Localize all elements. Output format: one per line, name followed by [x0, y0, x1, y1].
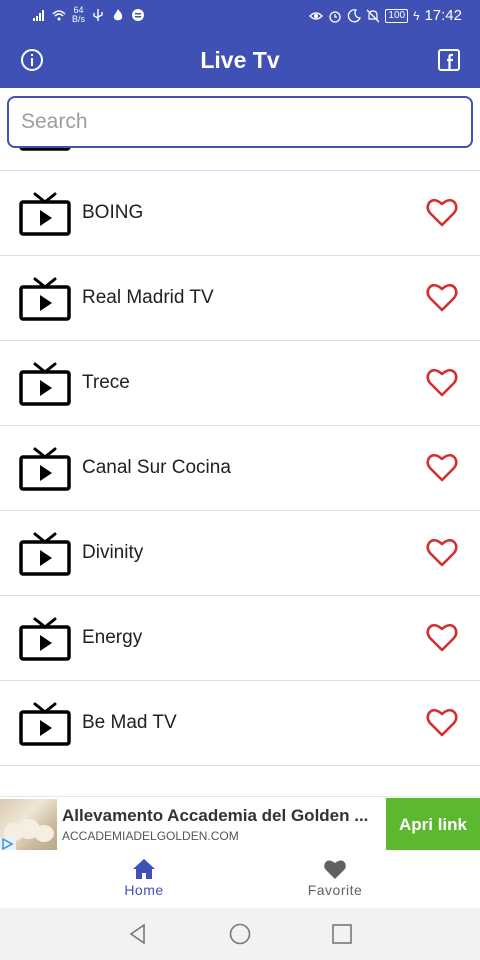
- page-title: Live Tv: [200, 47, 280, 73]
- search-input[interactable]: [7, 96, 473, 148]
- adchoices-icon[interactable]: [0, 837, 16, 851]
- moon-icon: [348, 8, 362, 22]
- channel-list[interactable]: La Super TVBOINGReal Madrid TVTreceCanal…: [0, 108, 480, 796]
- channel-row[interactable]: Trece: [0, 341, 480, 426]
- nav-favorite-label: Favorite: [307, 882, 363, 898]
- home-icon: [133, 859, 155, 879]
- heart-outline-icon[interactable]: [425, 196, 459, 228]
- tv-play-icon: [19, 702, 71, 746]
- channel-row[interactable]: Canal Sur Cocina: [0, 426, 480, 511]
- ad-title[interactable]: Allevamento Accademia del Golden ...: [62, 806, 380, 826]
- usb-icon: [93, 9, 103, 21]
- bell-off-icon: [366, 9, 380, 22]
- battery-level: 100: [385, 8, 409, 23]
- back-icon[interactable]: [126, 922, 150, 946]
- heart-outline-icon[interactable]: [425, 621, 459, 653]
- channel-name: Energy: [82, 627, 143, 648]
- wifi-icon: [52, 10, 66, 21]
- system-nav-bar: [0, 908, 480, 960]
- flame-icon: [113, 9, 123, 21]
- channel-row[interactable]: Divinity: [0, 511, 480, 596]
- channel-name: Trece: [82, 372, 130, 393]
- status-left: 64 B/s: [32, 6, 145, 24]
- home-circle-icon[interactable]: [228, 922, 252, 946]
- heart-outline-icon[interactable]: [425, 366, 459, 398]
- tv-play-icon: [19, 277, 71, 321]
- network-speed: 64 B/s: [72, 6, 85, 24]
- status-bar: 64 B/s 100 ϟ 17:42: [0, 0, 480, 32]
- tv-play-icon: [19, 447, 71, 491]
- charging-icon: ϟ: [413, 8, 420, 23]
- bottom-nav: Home Favorite: [0, 850, 480, 908]
- channel-name: Real Madrid TV: [82, 287, 214, 308]
- ad-url[interactable]: ACCADEMIADELGOLDEN.COM: [62, 829, 239, 843]
- channel-row[interactable]: Real Madrid TV: [0, 256, 480, 341]
- recents-icon[interactable]: [330, 922, 354, 946]
- heart-outline-icon[interactable]: [425, 706, 459, 738]
- status-right: 100 ϟ 17:42: [309, 7, 462, 24]
- signal-icon: [33, 10, 44, 21]
- ad-image[interactable]: [0, 799, 57, 851]
- channel-name: Divinity: [82, 542, 144, 563]
- channel-name: BOING: [82, 202, 144, 223]
- tv-play-icon: [19, 532, 71, 576]
- nav-home[interactable]: Home: [84, 858, 204, 900]
- tv-play-icon: [19, 617, 71, 661]
- heart-outline-icon[interactable]: [425, 281, 459, 313]
- channel-list-content: La Super TVBOINGReal Madrid TVTreceCanal…: [0, 108, 480, 766]
- tv-play-icon: [19, 192, 71, 236]
- facebook-icon[interactable]: [438, 49, 460, 71]
- tv-play-icon: [19, 362, 71, 406]
- nav-favorite[interactable]: Favorite: [275, 858, 395, 900]
- alarm-icon: [329, 10, 342, 23]
- channel-name: Be Mad TV: [82, 712, 177, 733]
- nav-home-label: Home: [124, 882, 164, 898]
- channel-row[interactable]: Energy: [0, 596, 480, 681]
- ad-banner[interactable]: Allevamento Accademia del Golden ... ACC…: [0, 796, 480, 851]
- heart-outline-icon[interactable]: [425, 451, 459, 483]
- ad-image-puppy: [34, 825, 54, 842]
- app-bar: Live Tv: [0, 32, 480, 88]
- clock: 17:42: [424, 7, 462, 24]
- channel-row[interactable]: Be Mad TV: [0, 681, 480, 766]
- net-speed-unit: B/s: [72, 14, 86, 24]
- heart-filled-icon: [324, 860, 346, 879]
- app-notification-icon: [132, 9, 145, 21]
- eye-icon: [309, 11, 324, 20]
- heart-outline-icon[interactable]: [425, 536, 459, 568]
- ad-open-link-button[interactable]: Apri link: [386, 798, 480, 851]
- channel-name: Canal Sur Cocina: [82, 457, 231, 478]
- channel-row[interactable]: BOING: [0, 171, 480, 256]
